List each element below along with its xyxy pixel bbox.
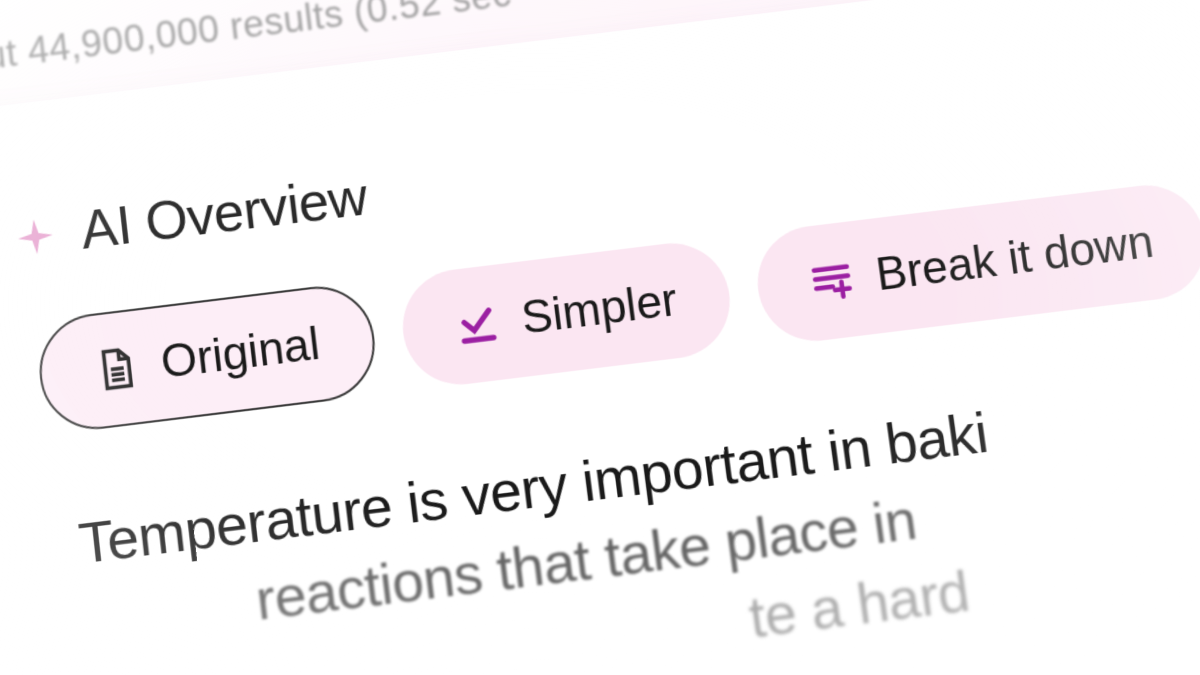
document-icon [92, 344, 141, 393]
check-underline-icon [452, 300, 501, 349]
ai-overview-card: AI Overview Original [0, 0, 1200, 675]
chip-break-it-down[interactable]: Break it down [750, 179, 1200, 347]
chip-simpler-label: Simpler [519, 274, 681, 345]
ai-overview-title: AI Overview [78, 166, 371, 263]
sparkle-icon [12, 214, 58, 260]
chip-original[interactable]: Original [34, 280, 381, 435]
chip-break-down-label: Break it down [873, 216, 1157, 302]
chip-original-label: Original [158, 318, 322, 389]
chip-simpler[interactable]: Simpler [396, 237, 736, 391]
list-add-icon [807, 257, 857, 306]
